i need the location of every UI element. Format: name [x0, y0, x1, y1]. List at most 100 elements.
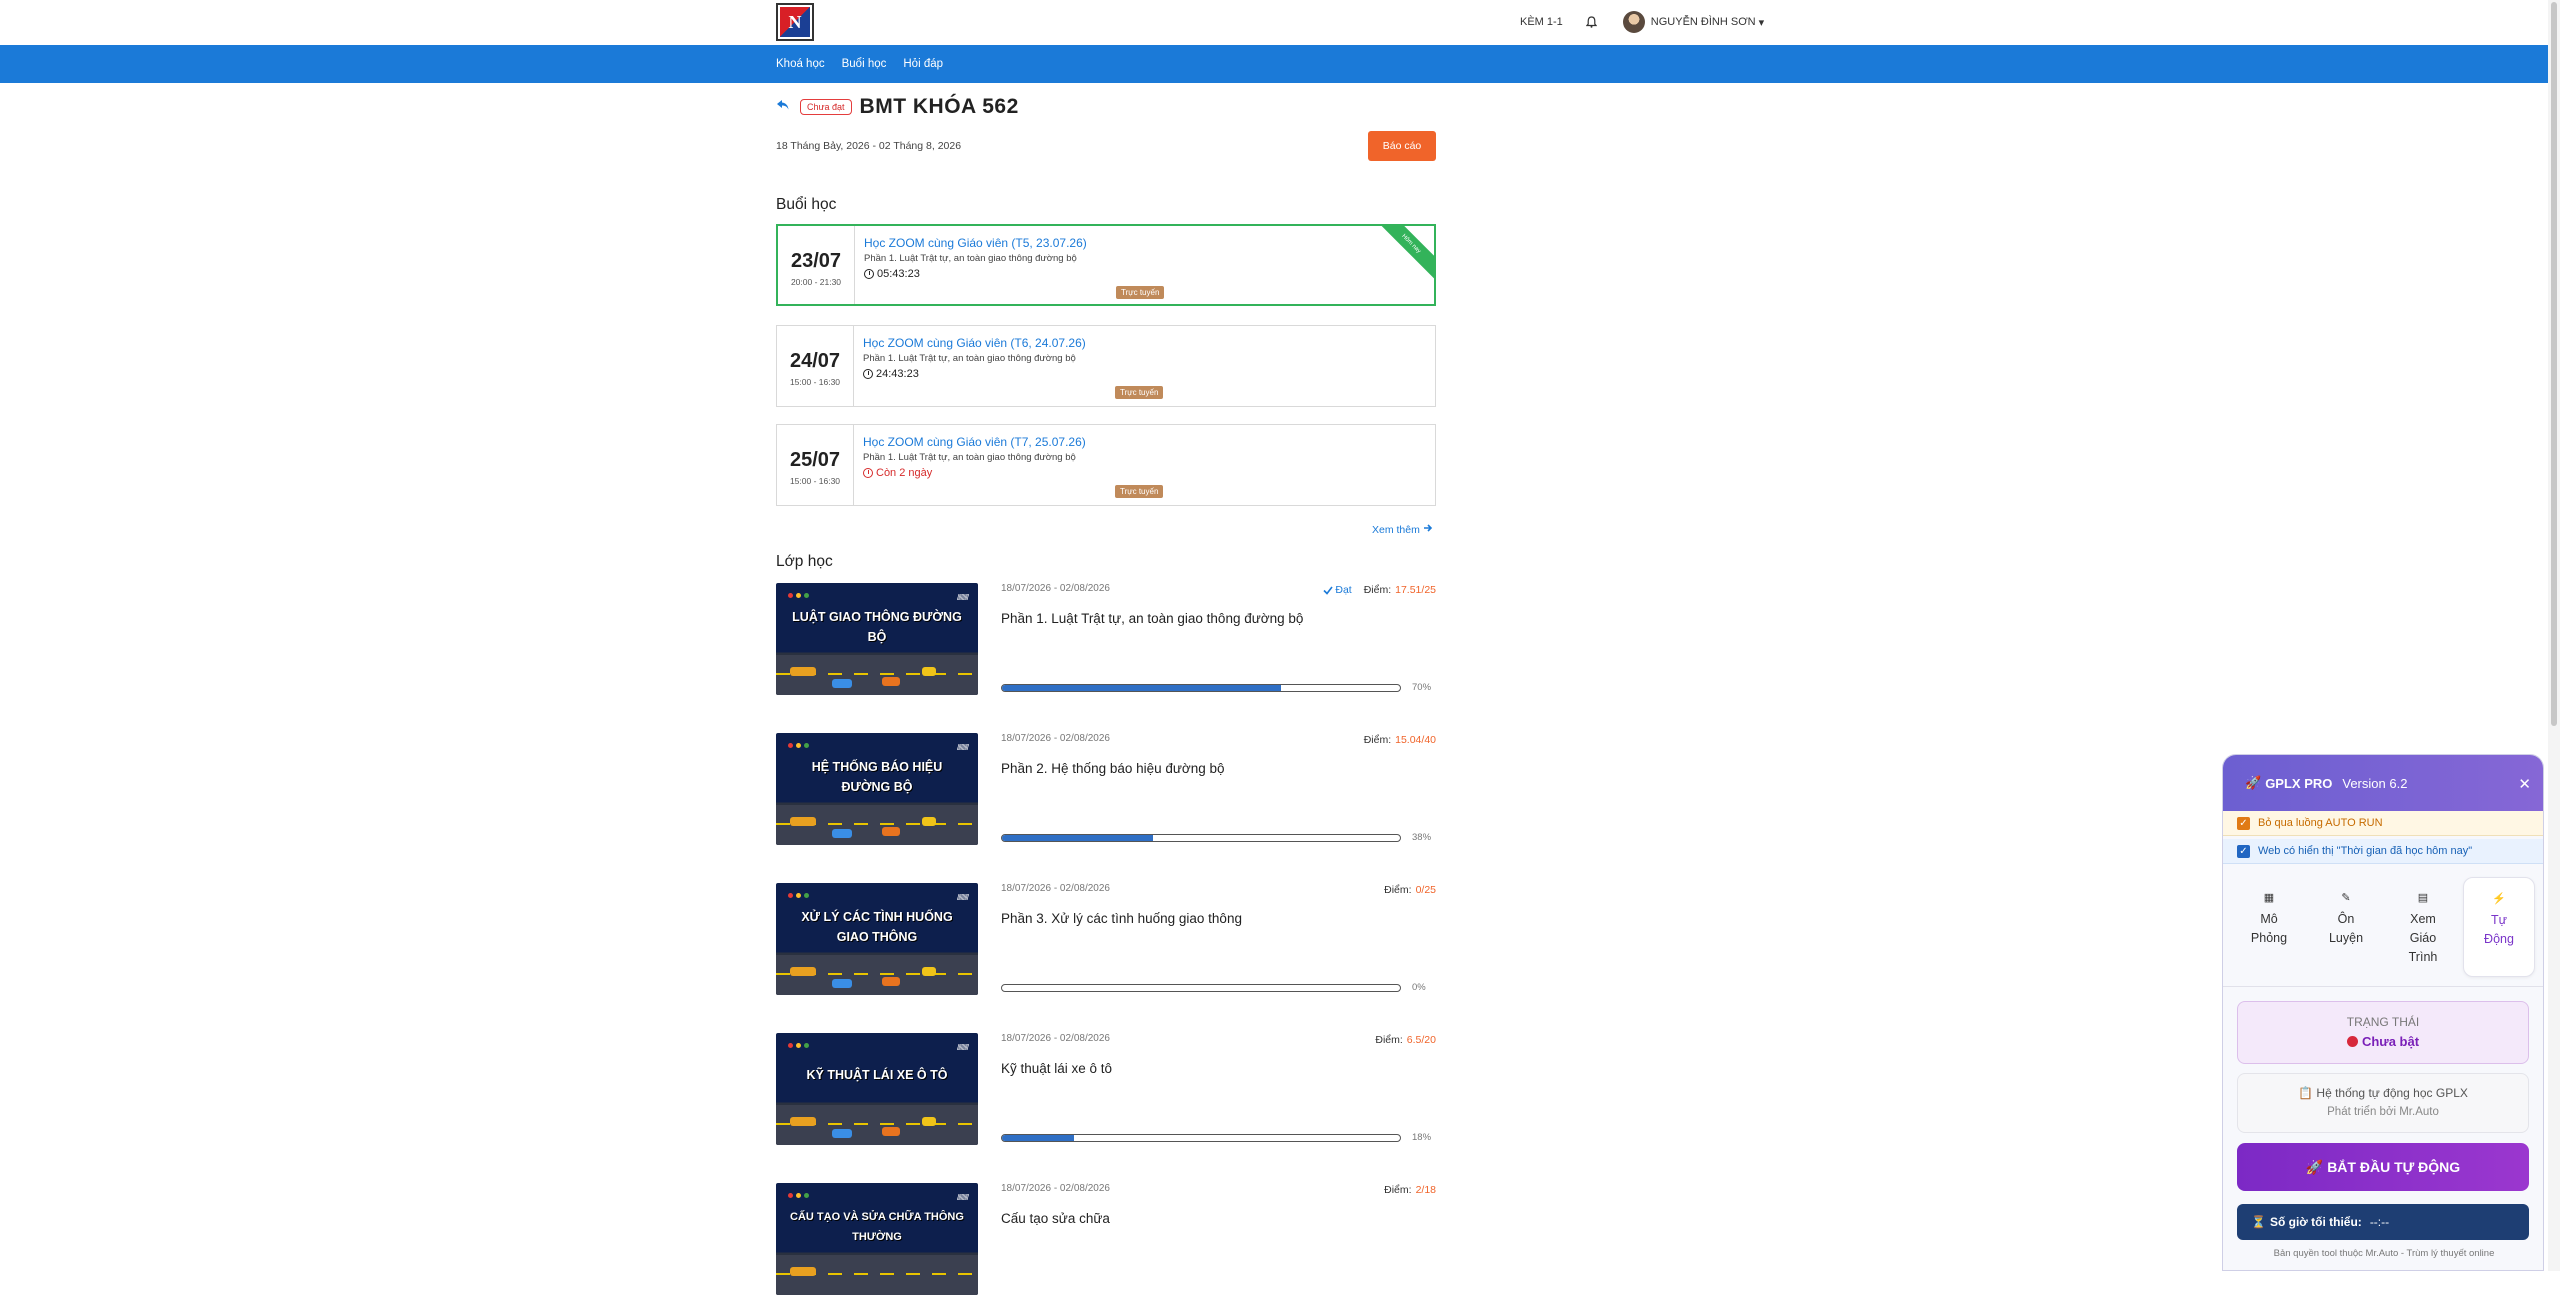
checkbox-checked-icon[interactable]: ✓ [2237, 816, 2250, 830]
class-thumbnail[interactable]: ///////// KỸ THUẬT LÁI XE Ô TÔ [776, 1033, 978, 1145]
class-thumbnail[interactable]: ///////// HỆ THỐNG BÁO HIỆU ĐƯỜNG BỘ [776, 733, 978, 845]
passed-label: Đạt [1335, 584, 1352, 596]
page-scrollbar-thumb[interactable] [2551, 2, 2557, 726]
start-auto-button[interactable]: 🚀 BẮT ĐẦU TỰ ĐỘNG [2237, 1143, 2529, 1191]
nav-khoa-hoc[interactable]: Khoá học [776, 58, 825, 70]
class-score-area: Điểm: 6.5/20 [1375, 1034, 1436, 1046]
info-box: 📋 Hệ thống tự động học GPLX Phát triển b… [2237, 1073, 2529, 1133]
session-card[interactable]: 25/07 15:00 - 16:30 Học ZOOM cùng Giáo v… [776, 424, 1436, 506]
session-subtitle: Phần 1. Luật Trật tự, an toàn giao thông… [864, 253, 1077, 264]
session-timer-text: Còn 2 ngày [876, 467, 933, 479]
nav-buoi-hoc[interactable]: Buổi học [842, 58, 887, 70]
tab-on-luyen[interactable]: ✎ Ôn Luyện [2310, 877, 2382, 977]
class-thumbnail[interactable]: ///////// XỬ LÝ CÁC TÌNH HUỐNG GIAO THÔN… [776, 883, 978, 995]
today-ribbon: Hôm nay [1373, 226, 1434, 282]
session-title-link[interactable]: Học ZOOM cùng Giáo viên (T6, 24.07.26) [863, 336, 1363, 350]
status-box: TRẠNG THÁI Chưa bật [2237, 1001, 2529, 1064]
score-value: 17.51/25 [1395, 584, 1436, 596]
sessions-heading: Buổi học [776, 196, 837, 213]
session-time: 15:00 - 16:30 [789, 476, 841, 486]
thumbnail-title: LUẬT GIAO THÔNG ĐƯỜNG BỘ [792, 610, 962, 644]
thumbnail-title: KỸ THUẬT LÁI XE Ô TÔ [806, 1068, 948, 1082]
class-name[interactable]: Phần 2. Hệ thống báo hiệu đường bộ [1001, 761, 1225, 776]
option-skip-autorun[interactable]: ✓ Bỏ qua luồng AUTO RUN [2223, 811, 2543, 836]
page-title: BMT KHÓA 562 [859, 95, 1019, 118]
rocket-icon: 🚀 [2245, 775, 2262, 790]
min-hours-label: Số giờ tối thiểu: [2269, 1215, 2362, 1229]
progress-percent: 18% [1412, 1132, 1432, 1143]
start-auto-label: BẮT ĐẦU TỰ ĐỘNG [2327, 1158, 2461, 1175]
check-icon [1323, 586, 1333, 595]
clock-icon [863, 369, 873, 379]
tab-mo-phong[interactable]: ▦ Mô Phỏng [2233, 877, 2305, 977]
book-icon: ▤ [2417, 892, 2429, 904]
score-value: 2/18 [1415, 1184, 1436, 1196]
class-name[interactable]: Kỹ thuật lái xe ô tô [1001, 1061, 1112, 1076]
nav-hoi-dap[interactable]: Hỏi đáp [903, 58, 943, 70]
checkbox-checked-icon[interactable]: ✓ [2237, 844, 2250, 858]
status-value: Chưa bật [2238, 1034, 2528, 1049]
tab-label: Xem Giáo Trình [2408, 912, 2438, 964]
class-item[interactable]: ///////// LUẬT GIAO THÔNG ĐƯỜNG BỘ 18/07… [776, 583, 1436, 698]
progress-percent: 70% [1412, 682, 1432, 693]
class-name[interactable]: Cấu tạo sửa chữa [1001, 1211, 1110, 1226]
class-item[interactable]: ///////// KỸ THUẬT LÁI XE Ô TÔ 18/07/202… [776, 1033, 1436, 1148]
session-time: 20:00 - 21:30 [790, 277, 842, 287]
session-card[interactable]: 23/07 20:00 - 21:30 Học ZOOM cùng Giáo v… [776, 224, 1436, 306]
class-dates: 18/07/2026 - 02/08/2026 [1001, 883, 1110, 894]
session-card[interactable]: 24/07 15:00 - 16:30 Học ZOOM cùng Giáo v… [776, 325, 1436, 407]
status-value-text: Chưa bật [2361, 1034, 2420, 1049]
session-title-link[interactable]: Học ZOOM cùng Giáo viên (T5, 23.07.26) [864, 236, 1364, 250]
session-date: 24/07 15:00 - 16:30 [777, 326, 854, 406]
gplx-pro-panel: 🚀 GPLX PRO Version 6.2 ✕ ✓ Bỏ qua luồng … [2222, 754, 2544, 1271]
session-countdown: 24:43:23 [863, 368, 1363, 380]
see-more-link[interactable]: Xem thêm [1372, 523, 1433, 536]
online-badge: Trực tuyến [1116, 286, 1165, 299]
report-button[interactable]: Báo cáo [1368, 131, 1436, 161]
bell-icon[interactable] [1585, 15, 1599, 29]
progress-bar [1001, 984, 1401, 992]
online-badge: Trực tuyến [1115, 485, 1164, 498]
session-title-link[interactable]: Học ZOOM cùng Giáo viên (T7, 25.07.26) [863, 435, 1363, 449]
avatar[interactable] [1622, 11, 1645, 33]
session-day: 25/07 [789, 449, 841, 471]
class-name[interactable]: Phần 1. Luật Trật tự, an toàn giao thông… [1001, 611, 1303, 626]
session-countdown: Còn 2 ngày [863, 467, 1363, 479]
class-item[interactable]: ///////// HỆ THỐNG BÁO HIỆU ĐƯỜNG BỘ 18/… [776, 733, 1436, 848]
copyright-text: Bản quyền tool thuộc Mr.Auto - Trùm lý t… [2273, 1248, 2495, 1259]
min-hours-box: ⏳ Số giờ tối thiểu: --:-- [2237, 1204, 2529, 1240]
chevron-down-icon[interactable]: ▾ [1759, 16, 1765, 29]
tab-xem-giao-trinh[interactable]: ▤ Xem Giáo Trình [2387, 877, 2459, 977]
back-arrow-icon[interactable] [776, 98, 790, 116]
class-thumbnail[interactable]: ///////// CẤU TẠO VÀ SỬA CHỮA THÔNG THƯỜ… [776, 1183, 978, 1295]
class-item[interactable]: ///////// XỬ LÝ CÁC TÌNH HUỐNG GIAO THÔN… [776, 883, 1436, 998]
class-dates: 18/07/2026 - 02/08/2026 [1001, 733, 1110, 744]
min-hours-value: --:-- [2369, 1215, 2390, 1229]
progress-fill [1002, 835, 1154, 841]
site-logo[interactable]: N [776, 3, 814, 41]
progress-bar [1001, 1134, 1401, 1142]
class-thumbnail[interactable]: ///////// LUẬT GIAO THÔNG ĐƯỜNG BỘ [776, 583, 978, 695]
progress-percent: 0% [1412, 982, 1426, 993]
progress-fill [1002, 1135, 1074, 1141]
kem-link[interactable]: KÈM 1-1 [1520, 16, 1563, 28]
clipboard-icon: 📋 [2298, 1086, 2317, 1100]
class-item[interactable]: ///////// CẤU TẠO VÀ SỬA CHỮA THÔNG THƯỜ… [776, 1183, 1436, 1298]
close-icon[interactable]: ✕ [2518, 775, 2531, 793]
logo-mark: N [780, 7, 810, 37]
status-badge: Chưa đạt [800, 99, 852, 115]
class-score-area: Điểm: 0/25 [1384, 884, 1436, 896]
score-label: Điểm: [1375, 1034, 1403, 1046]
tab-tu-dong[interactable]: ⚡ Tự Động [2463, 877, 2535, 977]
user-name[interactable]: NGUYỄN ĐÌNH SƠN [1651, 16, 1756, 28]
nav-bar: Khoá học Buổi học Hỏi đáp [0, 45, 2560, 83]
thumbnail-title: XỬ LÝ CÁC TÌNH HUỐNG GIAO THÔNG [801, 910, 953, 944]
progress-percent: 38% [1412, 832, 1432, 843]
session-date: 23/07 20:00 - 21:30 [778, 226, 855, 304]
class-name[interactable]: Phần 3. Xử lý các tình huống giao thông [1001, 911, 1242, 926]
score-value: 15.04/40 [1395, 734, 1436, 746]
simulation-icon: ▦ [2263, 892, 2275, 904]
class-score-area: Đạt Điểm: 17.51/25 [1323, 584, 1436, 596]
option-web-time[interactable]: ✓ Web có hiển thị "Thời gian đã học hôm … [2223, 839, 2543, 864]
score-value: 6.5/20 [1406, 1034, 1436, 1046]
